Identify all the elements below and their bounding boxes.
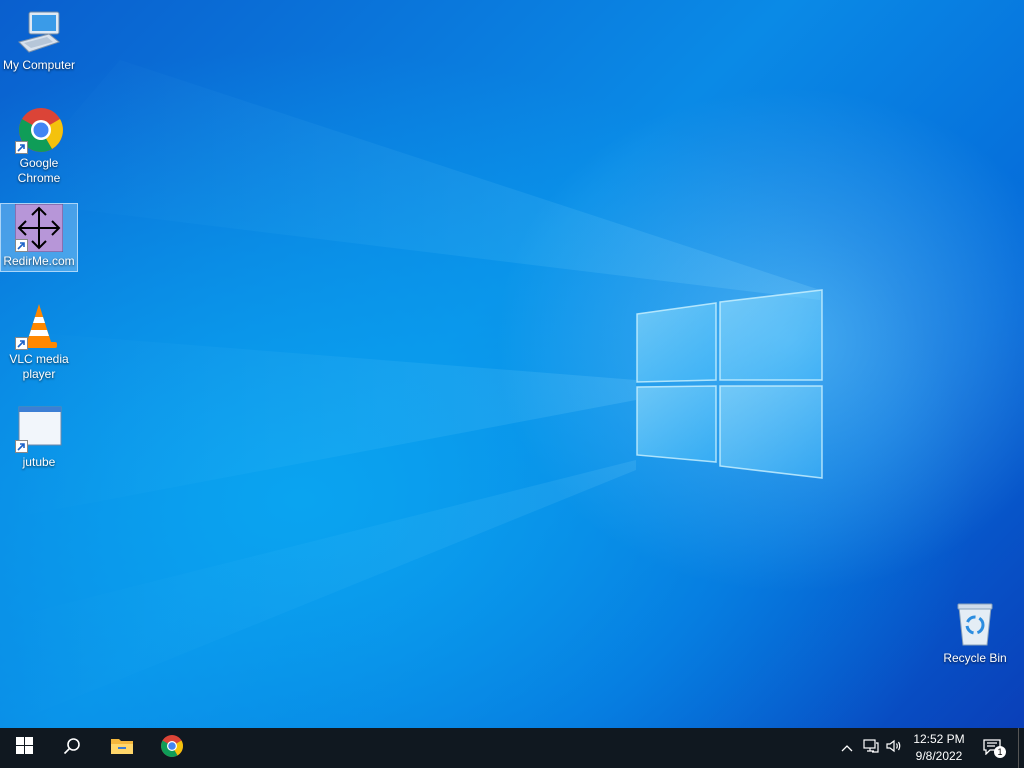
desktop-icon-label: My Computer — [2, 58, 76, 72]
shortcut-arrow-icon — [15, 239, 28, 252]
volume-icon — [886, 739, 902, 758]
search-button[interactable] — [48, 728, 96, 768]
taskbar-clock[interactable]: 12:52 PM 9/8/2022 — [906, 731, 972, 765]
desktop-icon-label: jutube — [22, 455, 56, 469]
app-window-icon — [15, 405, 63, 453]
desktop[interactable]: My Computer Google Chrome RedirMe.com VL… — [0, 0, 1024, 728]
desktop-icon-label: Recycle Bin — [943, 651, 1007, 665]
move-arrows-icon — [14, 203, 64, 253]
vlc-cone-icon — [15, 302, 63, 350]
desktop-icon-label: Google Chrome — [17, 156, 61, 185]
desktop-icon-redirme[interactable]: RedirMe.com — [0, 203, 78, 272]
shortcut-arrow-icon — [15, 337, 28, 350]
clock-date: 9/8/2022 — [915, 749, 963, 763]
notifications-button[interactable]: 1 — [978, 728, 1008, 768]
computer-icon — [15, 8, 63, 56]
desktop-icon-vlc[interactable]: VLC media player — [1, 302, 77, 382]
desktop-icon-jutube[interactable]: jutube — [1, 405, 77, 470]
notification-center-icon: 1 — [983, 739, 1006, 758]
desktop-icon-google-chrome[interactable]: Google Chrome — [1, 106, 77, 186]
windows-logo-icon — [15, 737, 33, 759]
desktop-icon-label: RedirMe.com — [3, 254, 75, 268]
show-hidden-icons-button[interactable] — [836, 728, 858, 768]
chrome-icon — [15, 106, 63, 154]
volume-tray-button[interactable] — [883, 728, 905, 768]
taskbar-file-explorer[interactable] — [98, 728, 146, 768]
show-desktop-button[interactable] — [1018, 728, 1024, 768]
notification-count-badge: 1 — [994, 746, 1006, 758]
recycle-bin-icon — [951, 601, 999, 649]
taskbar-chrome[interactable] — [148, 728, 196, 768]
start-button[interactable] — [0, 728, 48, 768]
desktop-icon-my-computer[interactable]: My Computer — [1, 8, 77, 73]
taskbar: 12:52 PM 9/8/2022 1 — [0, 728, 1024, 768]
network-icon — [863, 738, 879, 758]
windows-logo-wallpaper — [636, 289, 823, 479]
chrome-icon — [160, 734, 184, 763]
desktop-icon-label: VLC media player — [9, 352, 69, 381]
chevron-up-icon — [841, 739, 853, 757]
search-icon — [63, 737, 81, 760]
network-tray-button[interactable] — [860, 728, 882, 768]
shortcut-arrow-icon — [15, 141, 28, 154]
desktop-icon-recycle-bin[interactable]: Recycle Bin — [937, 601, 1013, 666]
clock-time: 12:52 PM — [913, 732, 965, 746]
wallpaper — [0, 60, 823, 728]
file-explorer-icon — [110, 736, 134, 761]
shortcut-arrow-icon — [15, 440, 28, 453]
